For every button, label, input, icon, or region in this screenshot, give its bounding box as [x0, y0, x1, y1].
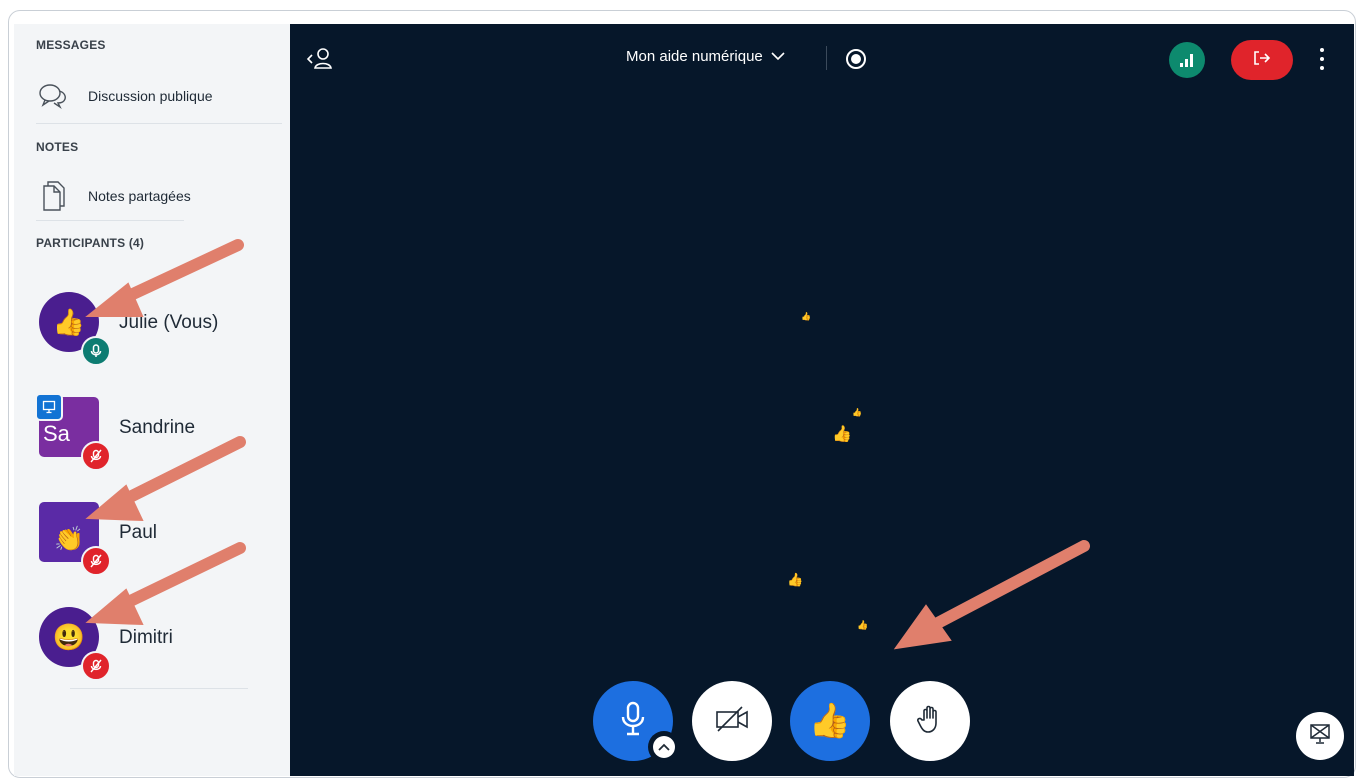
annotation-arrows: [85, 239, 1090, 650]
annotation-arrow-head: [893, 604, 952, 650]
